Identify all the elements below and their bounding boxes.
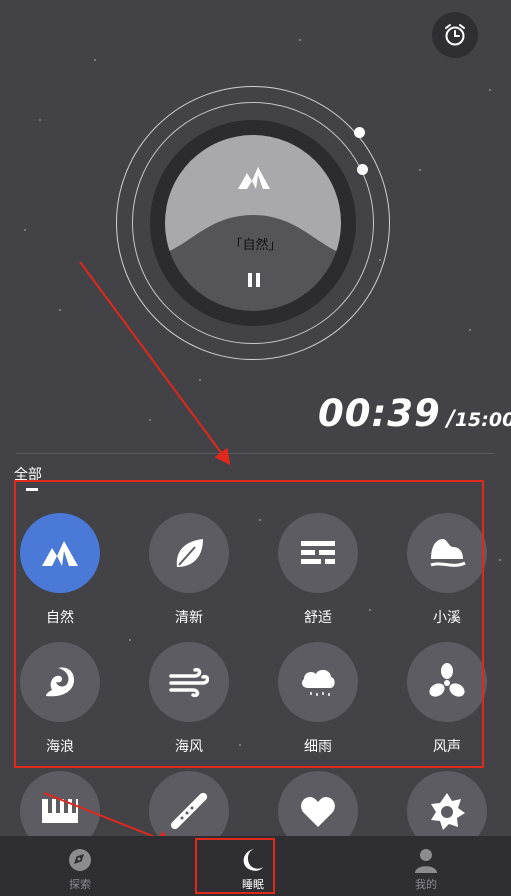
nav-label: 我的 xyxy=(415,878,437,891)
annotation-box-sound-grid xyxy=(14,480,484,768)
profile-icon xyxy=(415,849,437,873)
compass-icon xyxy=(69,849,91,871)
nav-label: 探索 xyxy=(69,878,91,891)
annotation-box-sleep-tab xyxy=(195,838,275,894)
nav-item-explore[interactable]: 探索 xyxy=(30,836,130,896)
nav-item-profile[interactable]: 我的 xyxy=(376,836,476,896)
bottom-nav: 探索 睡眠 我的 xyxy=(0,836,511,896)
